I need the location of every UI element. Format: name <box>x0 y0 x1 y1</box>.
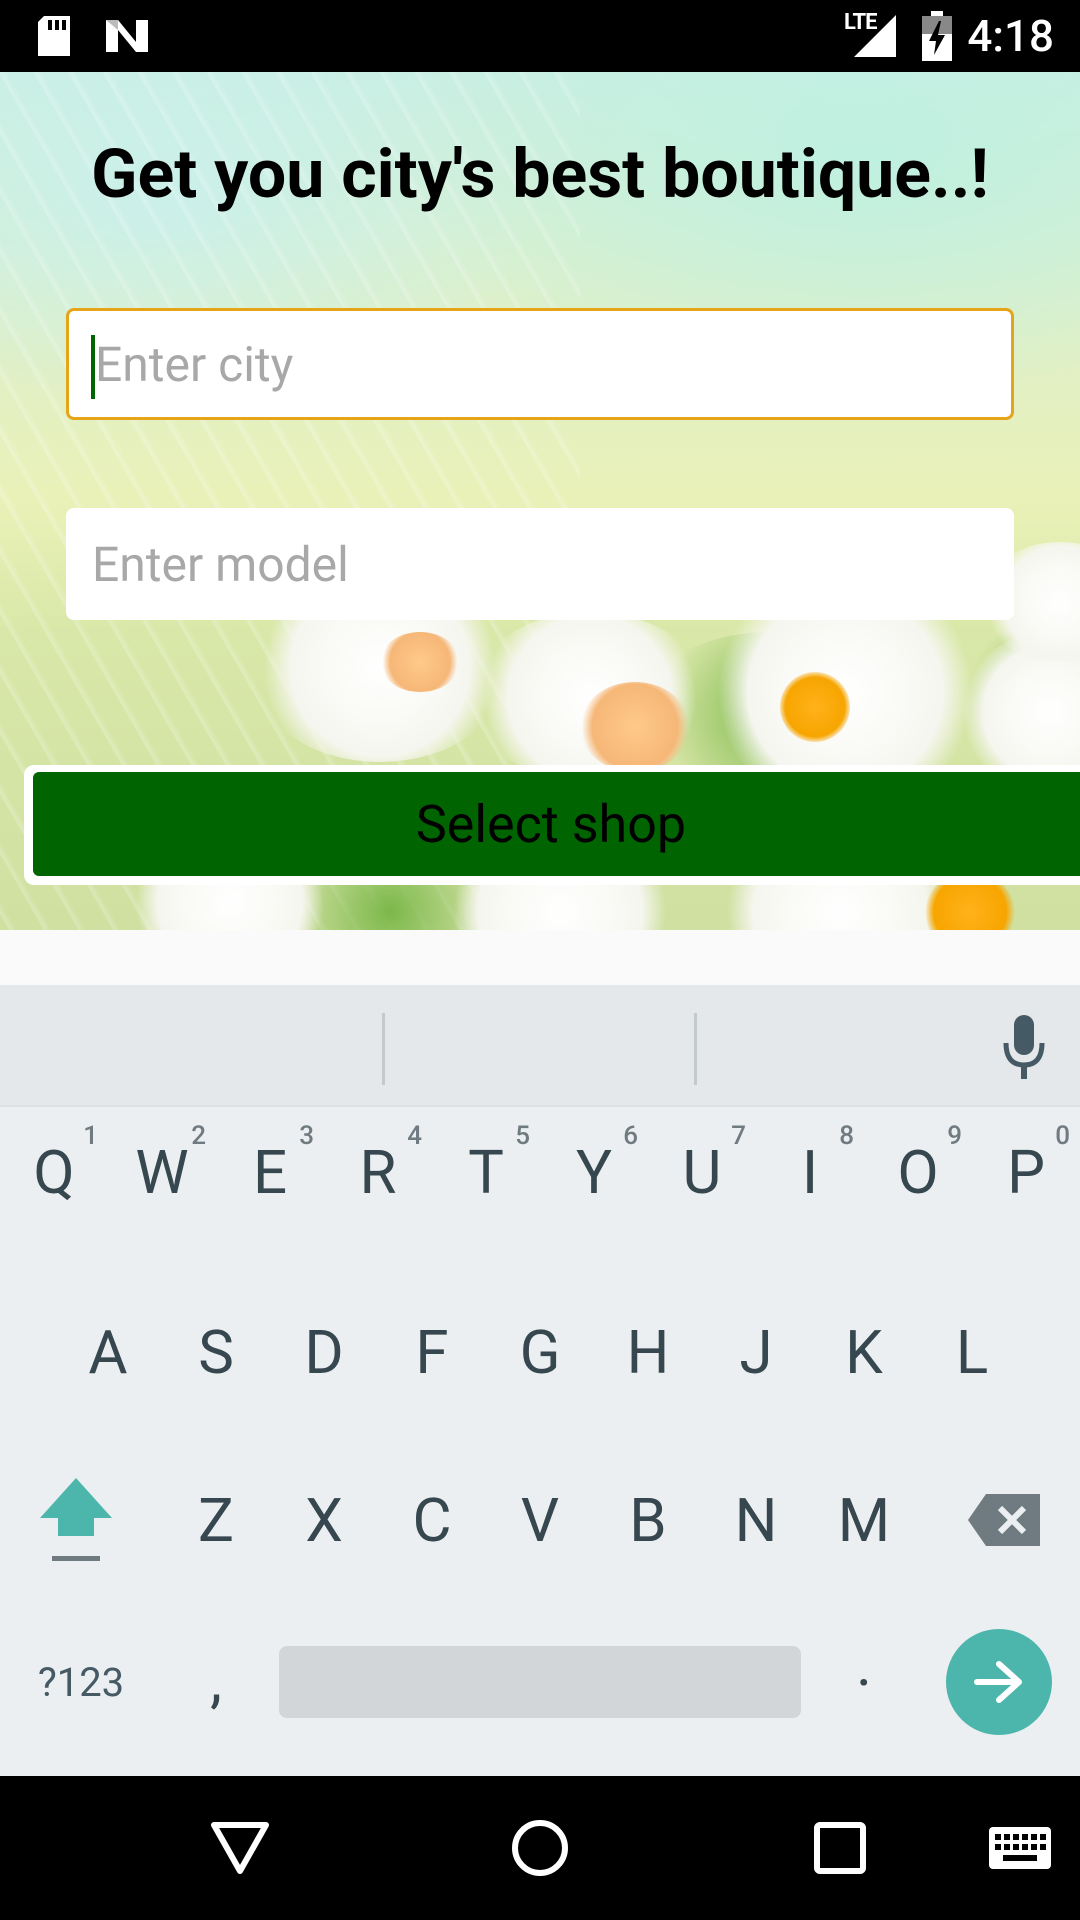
key-u[interactable]: U7 <box>648 1107 756 1237</box>
enter-button[interactable] <box>946 1629 1052 1735</box>
microphone-icon[interactable] <box>1002 1013 1046 1083</box>
key-hint-number: 4 <box>407 1121 422 1151</box>
key-j[interactable]: J <box>702 1287 810 1417</box>
key-label: O <box>897 1136 939 1208</box>
key-r[interactable]: R4 <box>324 1107 432 1237</box>
key-hint-number: 9 <box>947 1121 962 1151</box>
model-input[interactable] <box>90 534 1014 594</box>
home-icon[interactable] <box>500 1776 580 1920</box>
key-g[interactable]: G <box>486 1287 594 1417</box>
key-label: W <box>135 1136 189 1208</box>
key-hint-number: 7 <box>731 1121 746 1151</box>
period-key[interactable]: . <box>810 1599 918 1729</box>
comma-key[interactable]: , <box>162 1615 270 1745</box>
key-label: R <box>359 1136 397 1208</box>
suggestion-bar <box>0 985 1080 1107</box>
suggestion-divider <box>694 1013 697 1085</box>
key-v[interactable]: V <box>486 1455 594 1585</box>
key-label: P <box>1007 1136 1045 1208</box>
key-l[interactable]: L <box>918 1287 1026 1417</box>
recents-icon[interactable] <box>800 1776 880 1920</box>
key-q[interactable]: Q1 <box>0 1107 108 1237</box>
key-label: Q <box>33 1136 75 1208</box>
suggestion-divider <box>382 1013 385 1085</box>
key-k[interactable]: K <box>810 1287 918 1417</box>
key-y[interactable]: Y6 <box>540 1107 648 1237</box>
back-icon[interactable] <box>200 1776 280 1920</box>
key-s[interactable]: S <box>162 1287 270 1417</box>
key-t[interactable]: T5 <box>432 1107 540 1237</box>
status-time: 4:18 <box>967 10 1054 62</box>
key-hint-number: 6 <box>623 1121 638 1151</box>
key-n[interactable]: N <box>702 1455 810 1585</box>
city-input[interactable] <box>93 334 1011 394</box>
key-hint-number: 1 <box>83 1121 98 1151</box>
status-bar: LTE 4:18 <box>0 0 1080 72</box>
key-hint-number: 8 <box>839 1121 854 1151</box>
keyboard-top-spacer <box>0 930 1080 985</box>
key-label: E <box>252 1136 288 1208</box>
lte-signal-icon <box>852 0 898 72</box>
key-w[interactable]: W2 <box>108 1107 216 1237</box>
model-input-container[interactable] <box>66 508 1014 620</box>
keyboard-switch-icon[interactable] <box>980 1776 1060 1920</box>
key-m[interactable]: M <box>810 1455 918 1585</box>
key-b[interactable]: B <box>594 1455 702 1585</box>
select-shop-button[interactable]: Select shop <box>33 772 1080 876</box>
key-hint-number: 3 <box>299 1121 314 1151</box>
key-f[interactable]: F <box>378 1287 486 1417</box>
key-label: U <box>682 1136 722 1208</box>
key-e[interactable]: E3 <box>216 1107 324 1237</box>
text-cursor <box>91 335 95 399</box>
key-i[interactable]: I8 <box>756 1107 864 1237</box>
symbols-key[interactable]: ?123 <box>26 1617 136 1747</box>
key-label: T <box>468 1136 504 1208</box>
key-p[interactable]: P0 <box>972 1107 1080 1237</box>
key-x[interactable]: X <box>270 1455 378 1585</box>
key-label: I <box>801 1136 819 1208</box>
soft-keyboard: Q1W2E3R4T5Y6U7I8O9P0 ASDFGHJKL ZXCVBNM ?… <box>0 985 1080 1776</box>
battery-charging-icon <box>922 0 952 72</box>
navigation-bar <box>0 1776 1080 1920</box>
n-logo-icon <box>104 0 150 72</box>
key-c[interactable]: C <box>378 1455 486 1585</box>
key-hint-number: 2 <box>191 1121 206 1151</box>
space-bar[interactable] <box>279 1646 801 1718</box>
backspace-key[interactable] <box>950 1455 1058 1585</box>
key-o[interactable]: O9 <box>864 1107 972 1237</box>
city-input-container[interactable] <box>66 308 1014 420</box>
key-hint-number: 5 <box>515 1121 530 1151</box>
key-z[interactable]: Z <box>162 1455 270 1585</box>
page-title: Get you city's best boutique..! <box>91 134 989 214</box>
key-label: Y <box>575 1136 613 1208</box>
key-a[interactable]: A <box>54 1287 162 1417</box>
key-hint-number: 0 <box>1055 1121 1070 1151</box>
arrow-right-icon <box>974 1661 1022 1703</box>
sd-card-icon <box>36 0 72 72</box>
key-d[interactable]: D <box>270 1287 378 1417</box>
shift-key[interactable] <box>22 1455 130 1585</box>
app-content: Get you city's best boutique..! Select s… <box>0 72 1080 930</box>
key-h[interactable]: H <box>594 1287 702 1417</box>
